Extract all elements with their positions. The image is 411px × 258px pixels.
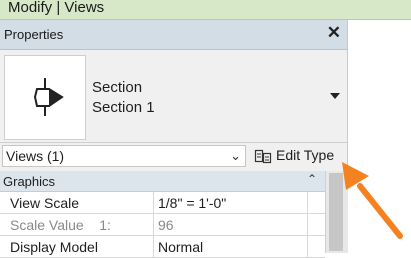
- column-divider: [307, 214, 308, 236]
- type-family-label: Section: [92, 79, 143, 96]
- collapse-icon[interactable]: ⌃: [307, 172, 317, 186]
- divider: [0, 142, 347, 143]
- group-label: Graphics: [3, 174, 56, 189]
- edit-type-icon: [254, 149, 272, 164]
- type-selector-dropdown-icon[interactable]: [330, 93, 340, 99]
- property-row-display-model[interactable]: Display Model Normal: [0, 236, 325, 258]
- group-header-graphics[interactable]: Graphics ⌃: [0, 171, 325, 192]
- column-divider: [153, 214, 154, 236]
- scrollbar-thumb[interactable]: [329, 173, 343, 251]
- property-value: 96: [158, 217, 174, 233]
- instance-filter-value: Views (1): [6, 148, 65, 164]
- drawing-area[interactable]: [350, 20, 411, 253]
- property-row-view-scale[interactable]: View Scale 1/8" = 1'-0": [0, 192, 325, 214]
- section-view-icon: [33, 78, 64, 116]
- property-value[interactable]: 1/8" = 1'-0": [158, 195, 226, 211]
- property-name: View Scale: [10, 195, 80, 211]
- edit-type-button[interactable]: Edit Type: [252, 145, 340, 167]
- vertical-scrollbar[interactable]: [325, 171, 348, 253]
- properties-header: Properties ✕: [0, 20, 347, 50]
- column-divider: [153, 236, 154, 258]
- type-preview-image[interactable]: [4, 55, 86, 140]
- ribbon-context-bar: Modify | Views: [0, 0, 411, 20]
- edit-type-label: Edit Type: [276, 147, 335, 163]
- properties-palette: Properties ✕ Section Section 1 Views (1)…: [0, 20, 348, 258]
- column-divider: [307, 236, 308, 258]
- chevron-down-icon[interactable]: ⌄: [230, 148, 241, 164]
- column-divider: [153, 192, 154, 214]
- properties-title: Properties: [4, 27, 64, 42]
- property-row-scale-value[interactable]: Scale Value 1: 96: [0, 214, 325, 236]
- type-name-label: Section 1: [92, 99, 155, 116]
- instance-filter-dropdown[interactable]: Views (1) ⌄: [2, 145, 246, 167]
- close-icon[interactable]: ✕: [327, 23, 341, 43]
- ribbon-context-title[interactable]: Modify | Views: [8, 0, 104, 16]
- properties-grid: Graphics ⌃ View Scale 1/8" = 1'-0" Scale…: [0, 171, 348, 258]
- property-name: Scale Value 1:: [10, 217, 111, 233]
- column-divider: [307, 192, 308, 214]
